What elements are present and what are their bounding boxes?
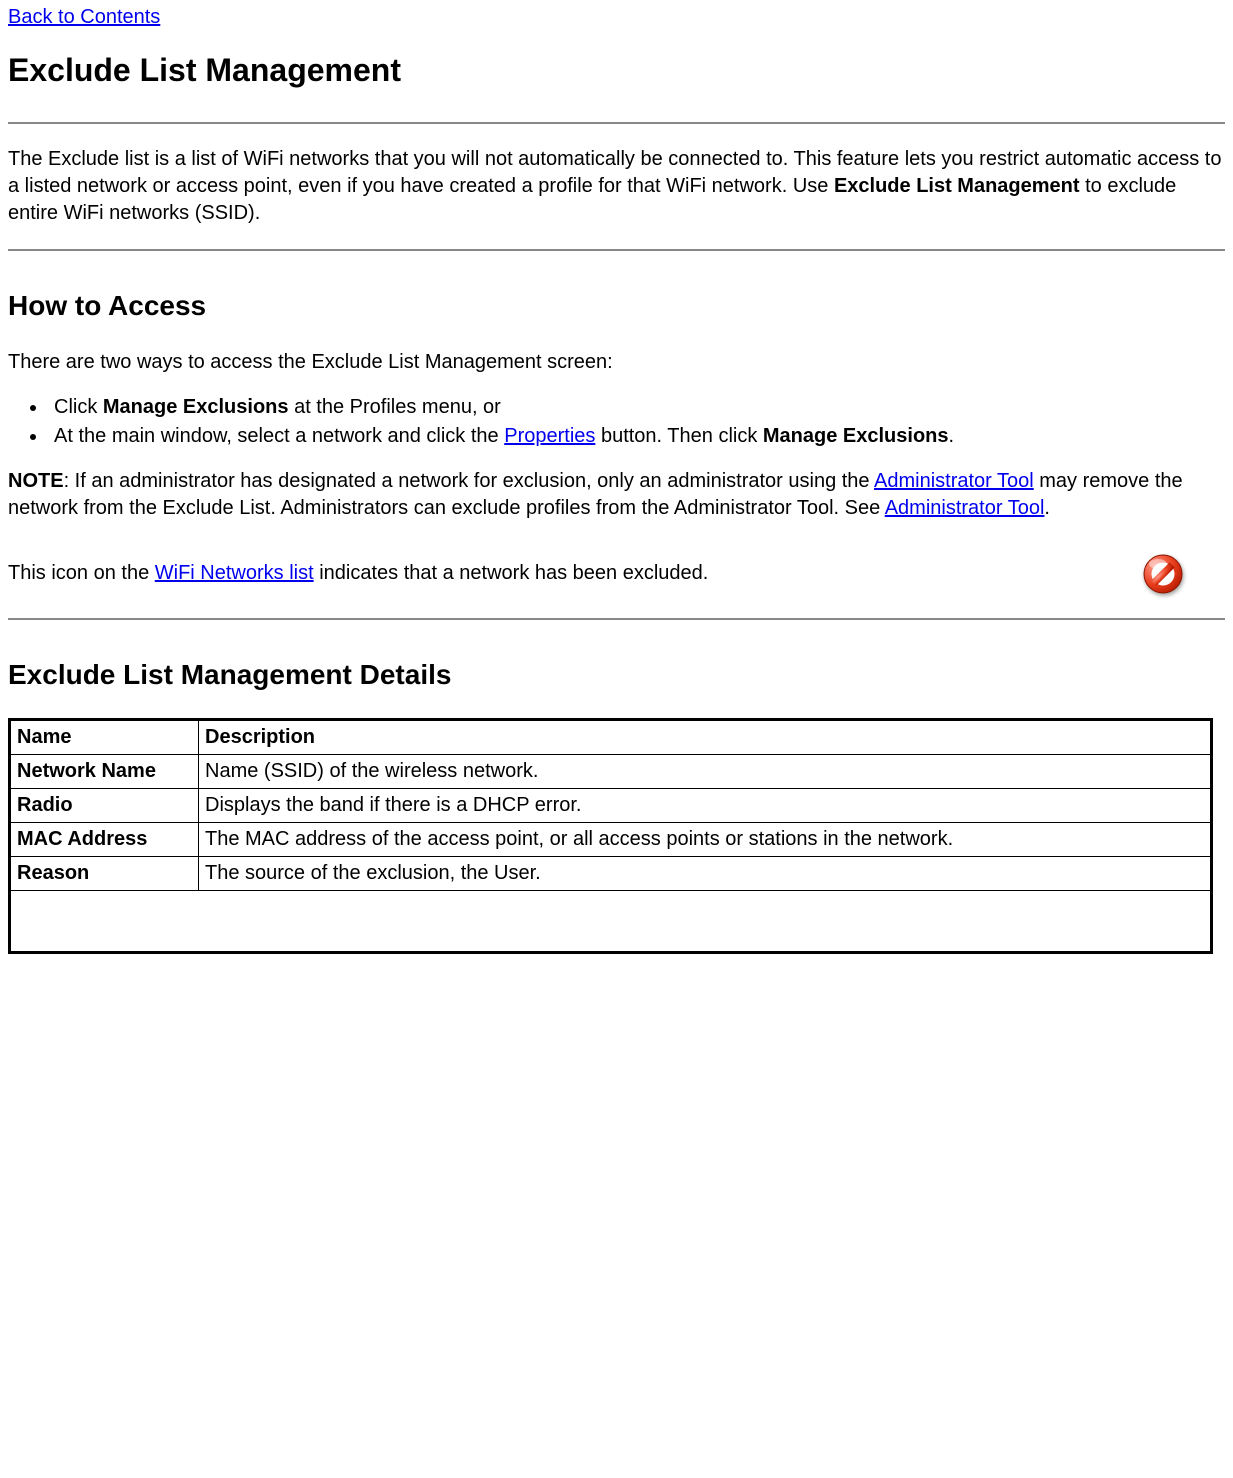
access-methods-list: Click Manage Exclusions at the Profiles …	[8, 394, 1225, 450]
cell-name: Radio	[10, 788, 199, 822]
icon-sentence-after: indicates that a network has been exclud…	[314, 562, 709, 584]
col-name-header: Name	[10, 719, 199, 754]
divider	[8, 249, 1225, 251]
page-title: Exclude List Management	[8, 49, 1225, 92]
intro-bold: Exclude List Management	[834, 175, 1080, 197]
properties-link[interactable]: Properties	[504, 425, 595, 447]
excluded-icon-row: This icon on the WiFi Networks list indi…	[8, 552, 1225, 596]
li2-suffix: .	[949, 425, 955, 447]
table-row: Network Name Name (SSID) of the wireless…	[10, 754, 1212, 788]
cell-desc: The MAC address of the access point, or …	[199, 822, 1212, 856]
details-heading: Exclude List Management Details	[8, 656, 1225, 694]
cell-desc: Name (SSID) of the wireless network.	[199, 754, 1212, 788]
table-row: MAC Address The MAC address of the acces…	[10, 822, 1212, 856]
table-row: Reason The source of the exclusion, the …	[10, 856, 1212, 890]
how-to-access-heading: How to Access	[8, 287, 1225, 325]
li2-bold: Manage Exclusions	[763, 425, 949, 447]
list-item: At the main window, select a network and…	[48, 423, 1225, 450]
divider	[8, 122, 1225, 124]
note-before-link1: : If an administrator has designated a n…	[64, 470, 874, 492]
divider	[8, 618, 1225, 620]
note-after: .	[1044, 497, 1050, 519]
how-to-access-lead: There are two ways to access the Exclude…	[8, 349, 1225, 376]
cell-name: MAC Address	[10, 822, 199, 856]
administrator-tool-link-2[interactable]: Administrator Tool	[885, 497, 1045, 519]
col-description-header: Description	[199, 719, 1212, 754]
cell-desc: The source of the exclusion, the User.	[199, 856, 1212, 890]
li2-prefix: At the main window, select a network and…	[54, 425, 504, 447]
li1-prefix: Click	[54, 396, 103, 418]
note-label: NOTE	[8, 470, 64, 492]
back-to-contents-link[interactable]: Back to Contents	[8, 6, 160, 28]
table-row-empty	[10, 890, 1212, 952]
cell-desc: Displays the band if there is a DHCP err…	[199, 788, 1212, 822]
prohibit-icon	[1141, 552, 1185, 596]
table-row: Radio Displays the band if there is a DH…	[10, 788, 1212, 822]
administrator-tool-link[interactable]: Administrator Tool	[874, 470, 1034, 492]
icon-sentence-before: This icon on the	[8, 562, 155, 584]
table-header-row: Name Description	[10, 719, 1212, 754]
list-item: Click Manage Exclusions at the Profiles …	[48, 394, 1225, 421]
li2-mid: button. Then click	[595, 425, 763, 447]
note-paragraph: NOTE: If an administrator has designated…	[8, 468, 1225, 522]
intro-paragraph: The Exclude list is a list of WiFi netwo…	[8, 146, 1225, 227]
icon-sentence: This icon on the WiFi Networks list indi…	[8, 560, 1117, 587]
li1-bold: Manage Exclusions	[103, 396, 289, 418]
details-table: Name Description Network Name Name (SSID…	[8, 718, 1213, 954]
wifi-networks-list-link[interactable]: WiFi Networks list	[155, 562, 314, 584]
cell-name: Network Name	[10, 754, 199, 788]
cell-name: Reason	[10, 856, 199, 890]
li1-suffix: at the Profiles menu, or	[289, 396, 501, 418]
